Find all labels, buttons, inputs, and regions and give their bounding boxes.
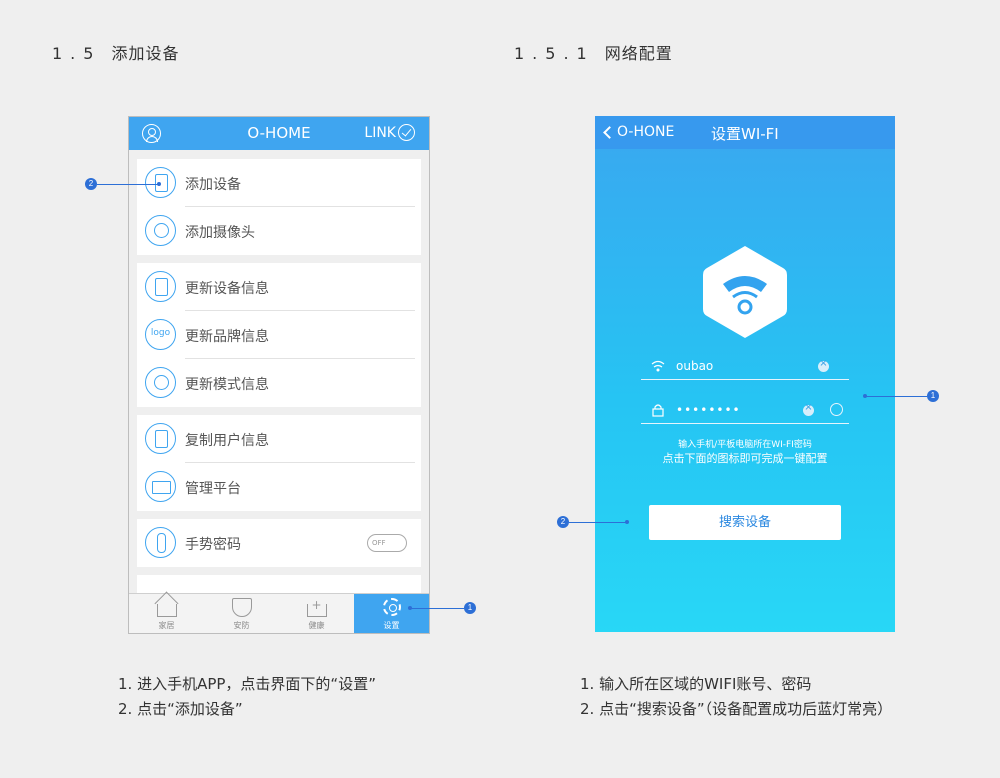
menu-group-add: 添加设备 添加摄像头	[137, 159, 421, 255]
annotation-marker-2: 2	[85, 178, 97, 190]
password-value: ••••••••	[676, 403, 741, 417]
lock-icon	[652, 404, 664, 417]
annotation-line	[410, 608, 464, 609]
section-title: 网络配置	[604, 44, 673, 63]
annotation-marker-1: 1	[464, 602, 476, 614]
menu-item-label: 管理平台	[185, 481, 241, 497]
tab-health[interactable]: 健康	[279, 594, 354, 633]
instruction-line: 2. 点击“添加设备”	[118, 700, 243, 718]
bottom-tab-bar: 家居 安防 健康 设置	[129, 593, 429, 633]
camera-icon	[145, 215, 176, 246]
hand-gesture-icon	[145, 527, 176, 558]
back-label: O-HONE	[617, 124, 675, 140]
menu-item-label: 更新设备信息	[185, 281, 269, 297]
tab-settings[interactable]: 设置	[354, 594, 429, 633]
refresh-icon	[145, 367, 176, 398]
laptop-icon	[145, 471, 176, 502]
health-house-icon	[306, 598, 327, 617]
menu-item-add-device[interactable]: 添加设备	[137, 159, 421, 207]
section-heading-network-config: 1.5.1 网络配置	[514, 40, 673, 64]
section-title: 添加设备	[111, 44, 180, 63]
link-label: LINK	[364, 124, 396, 141]
search-device-button[interactable]: 搜索设备	[649, 505, 841, 540]
menu-group-partial	[137, 575, 421, 595]
logo-icon	[145, 319, 176, 350]
settings-screen: O-HOME LINK 添加设备 添加摄像头 更新设备信息 更新品牌信息	[128, 116, 430, 634]
menu-group-update: 更新设备信息 更新品牌信息 更新模式信息	[137, 263, 421, 407]
annotation-line	[865, 396, 927, 397]
shield-icon	[231, 598, 252, 617]
gesture-password-toggle[interactable]: OFF	[367, 534, 407, 552]
phone-icon	[145, 271, 176, 302]
house-icon	[156, 604, 177, 617]
annotation-marker-2: 2	[557, 516, 569, 528]
menu-item-gesture-password[interactable]: 手势密码 OFF	[137, 519, 421, 567]
tab-label: 安防	[233, 621, 250, 630]
annotation-line	[569, 522, 627, 523]
instructions-right: 1. 输入所在区域的WIFI账号、密码 2. 点击“搜索设备”（设备配置成功后蓝…	[580, 672, 892, 722]
menu-item-label: 更新品牌信息	[185, 329, 269, 345]
clear-icon[interactable]	[818, 358, 829, 372]
link-button[interactable]: LINK	[364, 124, 415, 141]
screen-title: 设置WI-FI	[711, 125, 779, 143]
wifi-setup-screen: O-HONE 设置WI-FI oubao •••••••• 输入手机/平板电脑所…	[595, 116, 895, 632]
section-heading-add-device: 1.5 添加设备	[52, 40, 179, 64]
app-header: O-HONE 设置WI-FI	[595, 116, 895, 149]
wifi-hexagon-icon	[699, 242, 791, 342]
copy-phone-icon	[145, 423, 176, 454]
menu-item-update-mode-info[interactable]: 更新模式信息	[137, 359, 421, 407]
menu-item-update-device-info[interactable]: 更新设备信息	[137, 263, 421, 311]
menu-item-management-platform[interactable]: 管理平台	[137, 463, 421, 511]
wifi-icon	[651, 360, 665, 372]
annotation-marker-1: 1	[927, 390, 939, 402]
menu-item-copy-user-info[interactable]: 复制用户信息	[137, 415, 421, 463]
check-circle-icon	[398, 124, 415, 141]
annotation-line	[97, 184, 159, 185]
tab-label: 家居	[158, 621, 175, 630]
instruction-line: 2. 点击“搜索设备”（设备配置成功后蓝灯常亮）	[580, 700, 893, 718]
hint-line-2: 点击下面的图标即可完成一键配置	[662, 452, 828, 465]
instructions-left: 1. 进入手机APP，点击界面下的“设置” 2. 点击“添加设备”	[118, 672, 376, 722]
back-button[interactable]: O-HONE	[602, 124, 674, 140]
tab-home[interactable]: 家居	[129, 594, 204, 633]
section-number: 1.5.1	[514, 44, 595, 63]
menu-item-label: 添加设备	[185, 177, 241, 193]
annotation-dot	[625, 520, 629, 524]
menu-item-add-camera[interactable]: 添加摄像头	[137, 207, 421, 255]
chevron-left-icon	[603, 125, 616, 139]
menu-item-label: 手势密码	[185, 537, 241, 553]
section-number: 1.5	[52, 44, 102, 63]
clear-icon[interactable]	[803, 402, 814, 416]
ssid-value: oubao	[676, 359, 714, 373]
wifi-password-field[interactable]: ••••••••	[641, 398, 849, 424]
wifi-ssid-field[interactable]: oubao	[641, 354, 849, 380]
gear-icon	[382, 598, 401, 616]
show-password-icon[interactable]	[830, 403, 843, 416]
tab-security[interactable]: 安防	[204, 594, 279, 633]
menu-item-label: 复制用户信息	[185, 433, 269, 449]
tab-label: 设置	[383, 621, 400, 630]
menu-item-update-brand-info[interactable]: 更新品牌信息	[137, 311, 421, 359]
tab-label: 健康	[308, 621, 325, 630]
app-header: O-HOME LINK	[129, 117, 429, 150]
menu-group-security: 手势密码 OFF	[137, 519, 421, 567]
menu-item-label: 添加摄像头	[185, 225, 255, 241]
menu-group-user: 复制用户信息 管理平台	[137, 415, 421, 511]
annotation-dot	[157, 182, 161, 186]
hint-line-1: 输入手机/平板电脑所在WI-FI密码	[678, 440, 812, 450]
instruction-line: 1. 输入所在区域的WIFI账号、密码	[580, 675, 812, 693]
menu-item-label: 更新模式信息	[185, 377, 269, 393]
instruction-line: 1. 进入手机APP，点击界面下的“设置”	[118, 675, 376, 693]
